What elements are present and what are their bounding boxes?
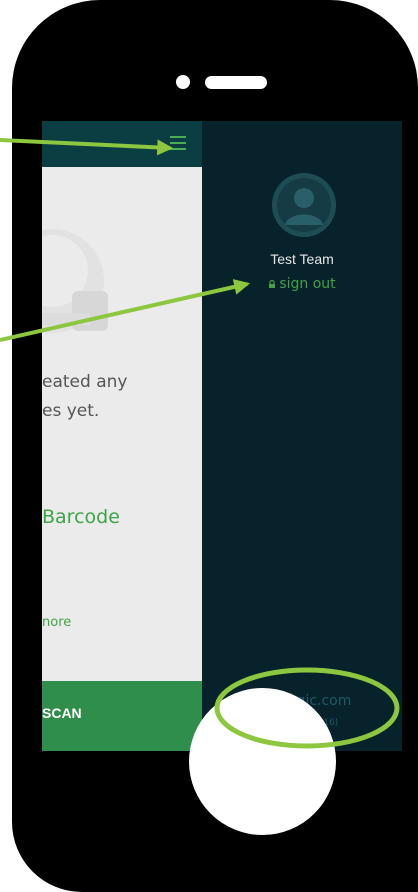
lock-icon bbox=[269, 280, 276, 288]
phone-screen: eated any es yet. Barcode nore SCAN Test… bbox=[42, 121, 402, 751]
empty-state-illustration-icon bbox=[42, 229, 108, 333]
user-name: Test Team bbox=[270, 251, 334, 267]
phone-camera bbox=[176, 75, 190, 89]
barcode-link[interactable]: Barcode bbox=[42, 506, 120, 528]
scan-label: SCAN bbox=[42, 705, 82, 721]
app-main-panel: eated any es yet. Barcode nore SCAN bbox=[42, 121, 202, 751]
empty-state-text-line1: eated any bbox=[42, 372, 128, 392]
sign-out-label: sign out bbox=[279, 276, 336, 292]
phone-home-button bbox=[189, 688, 336, 835]
side-drawer: Test Team sign out autologic.com 1.4.4 B… bbox=[202, 121, 402, 751]
sign-out-button[interactable]: sign out bbox=[202, 276, 402, 292]
empty-state-text-line2: es yet. bbox=[42, 401, 100, 421]
app-header bbox=[42, 121, 202, 167]
learn-more-link[interactable]: nore bbox=[42, 615, 71, 630]
scan-button[interactable]: SCAN bbox=[42, 681, 202, 751]
phone-speaker bbox=[205, 76, 267, 89]
user-avatar-icon bbox=[272, 173, 336, 237]
menu-icon[interactable] bbox=[170, 136, 186, 150]
